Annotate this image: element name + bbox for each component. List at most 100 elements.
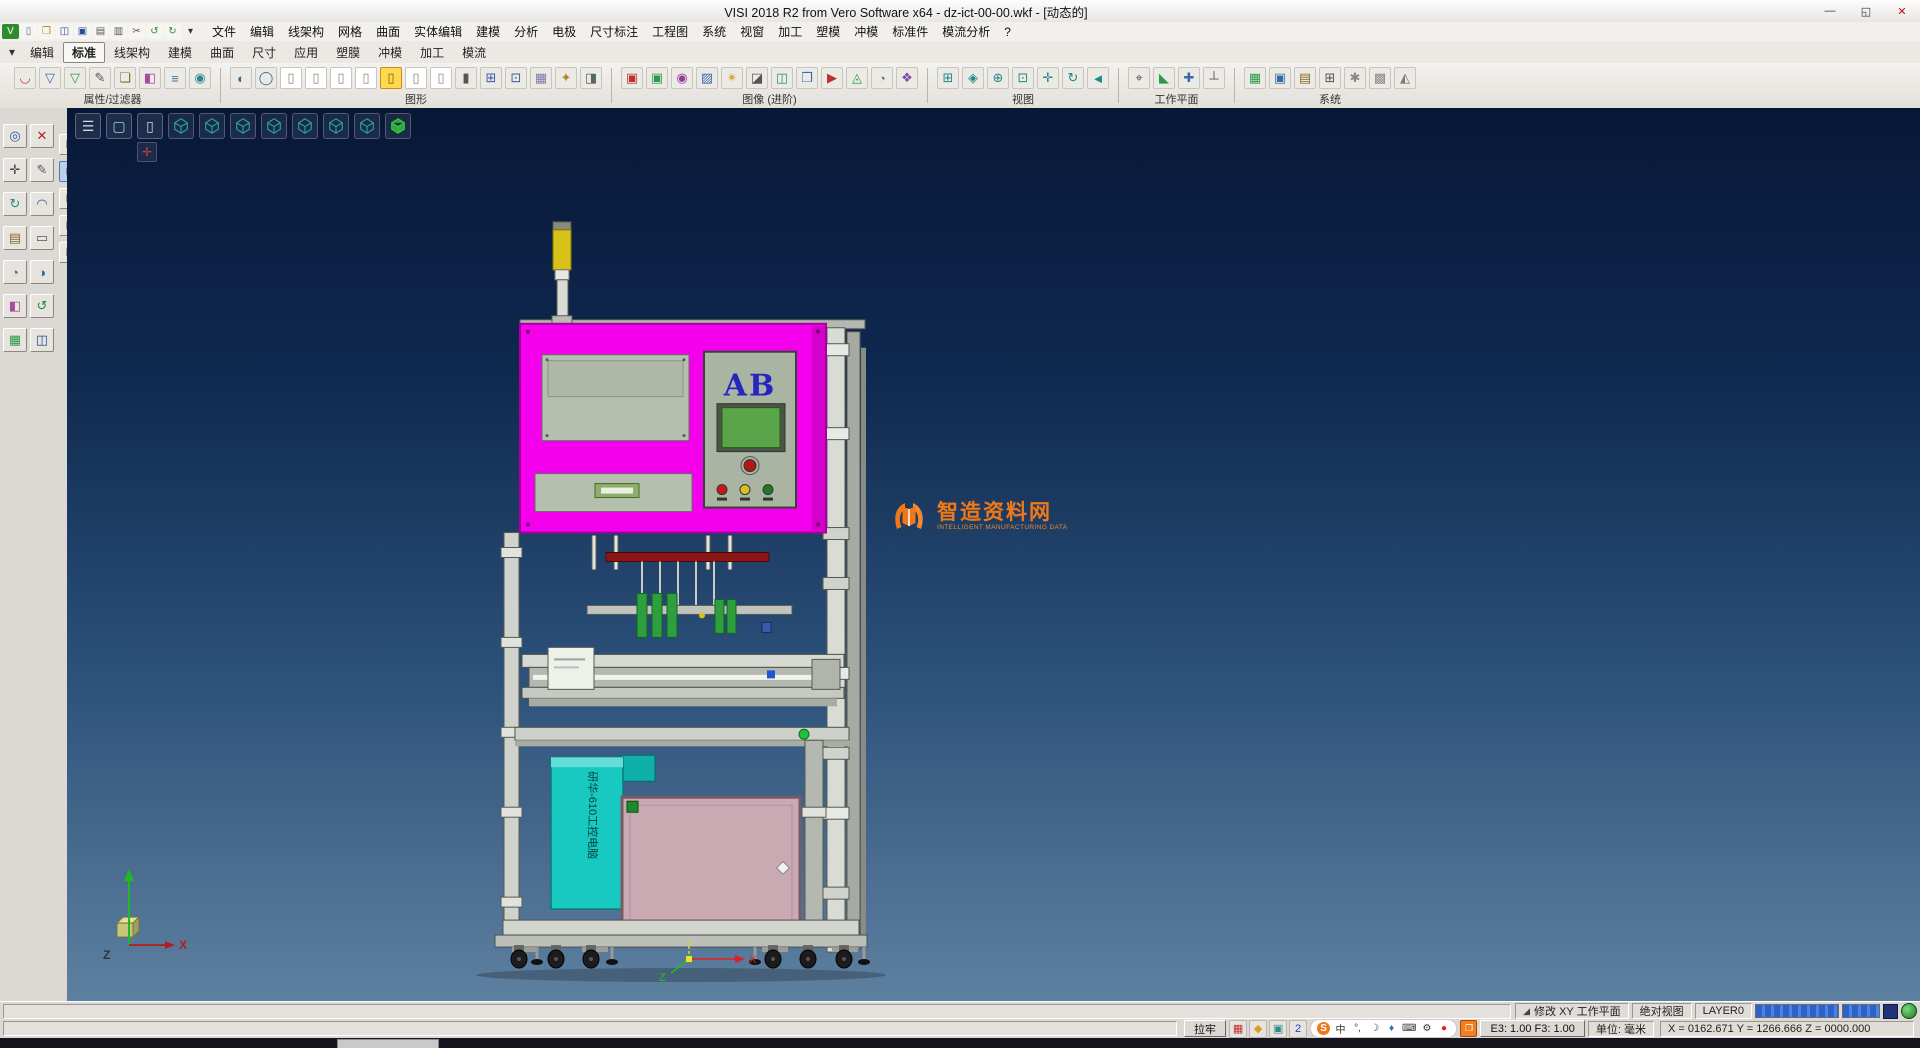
toolbar-tab[interactable]: 应用: [285, 42, 327, 63]
layer-move-icon[interactable]: ≡: [164, 67, 186, 89]
filter-edit-icon[interactable]: ▽: [64, 67, 86, 89]
sheet-view-button[interactable]: ▯: [137, 113, 163, 139]
previous-view-icon[interactable]: ◄: [1087, 67, 1109, 89]
gallery-icon[interactable]: ❖: [896, 67, 918, 89]
lighting-icon[interactable]: ✴: [721, 67, 743, 89]
view-mode-cell[interactable]: 绝对视图: [1632, 1003, 1692, 1019]
status-grid-icon[interactable]: ▦: [1229, 1020, 1247, 1038]
viewport-canvas[interactable]: 研华-610工控电脑: [67, 108, 1920, 1001]
redo-icon[interactable]: ↻: [164, 24, 181, 39]
menu-item[interactable]: 网格: [331, 23, 369, 40]
toolbar-tab[interactable]: 建模: [159, 42, 201, 63]
calculator-icon[interactable]: ✱: [1344, 67, 1366, 89]
ime-settings-icon[interactable]: ⚙: [1420, 1022, 1433, 1035]
spark-icon[interactable]: ✦: [555, 67, 577, 89]
network-status-icon[interactable]: [1901, 1003, 1917, 1019]
shade-toggle-icon[interactable]: ◑: [30, 260, 54, 284]
menu-item[interactable]: 分析: [507, 23, 545, 40]
ime-skin-moon-icon[interactable]: ☽: [1368, 1022, 1381, 1035]
wireframe-mode-icon[interactable]: ◯: [255, 67, 277, 89]
toolbar-tab[interactable]: 标准: [63, 42, 105, 63]
element-list-icon[interactable]: ▯: [405, 67, 427, 89]
shade-mode-icon[interactable]: ◐: [230, 67, 252, 89]
menu-item[interactable]: 工程图: [645, 23, 695, 40]
display-mode-button[interactable]: ▢: [106, 113, 132, 139]
ime-mic-icon[interactable]: ♦: [1385, 1022, 1398, 1035]
viewport-menu-button[interactable]: ☰: [75, 113, 101, 139]
block-edit-icon[interactable]: ⊡: [505, 67, 527, 89]
visibility-icon[interactable]: ◉: [189, 67, 211, 89]
selection-magnet-icon[interactable]: ◡: [14, 67, 36, 89]
ime-punctuation[interactable]: °,: [1351, 1022, 1364, 1035]
save-view-icon[interactable]: ◫: [30, 328, 54, 352]
status-count-badge[interactable]: 2: [1289, 1020, 1307, 1038]
select-tool-icon[interactable]: ✛: [3, 158, 27, 182]
toolbar-tab[interactable]: 加工: [411, 42, 453, 63]
menu-item[interactable]: 塑模: [809, 23, 847, 40]
ime-mode-chinese[interactable]: 中: [1334, 1022, 1347, 1035]
attribute-copy-icon[interactable]: ❏: [114, 67, 136, 89]
menu-item[interactable]: 系统: [695, 23, 733, 40]
view-cube-right-button[interactable]: [230, 113, 256, 139]
transparency-icon[interactable]: ◔: [871, 67, 893, 89]
toolbar-tab[interactable]: 塑膜: [327, 42, 369, 63]
compare-icon[interactable]: ◬: [846, 67, 868, 89]
render-green-icon[interactable]: ▣: [646, 67, 668, 89]
menu-item[interactable]: 加工: [771, 23, 809, 40]
tab-dropdown-icon[interactable]: ▾: [4, 45, 20, 59]
menu-item[interactable]: 模流分析: [935, 23, 997, 40]
restore-button[interactable]: ◱: [1848, 0, 1884, 22]
arc-tool-icon[interactable]: ◠: [30, 192, 54, 216]
texture-icon[interactable]: ▨: [696, 67, 718, 89]
snap-toggle-button[interactable]: 拉牢: [1184, 1020, 1226, 1037]
menu-item[interactable]: 编辑: [243, 23, 281, 40]
history-icon[interactable]: ◔: [3, 260, 27, 284]
snap-grid-icon[interactable]: ⊞: [1319, 67, 1341, 89]
print-icon[interactable]: ▤: [92, 24, 109, 39]
block-icon[interactable]: ⊞: [480, 67, 502, 89]
toolbar-tab[interactable]: 编辑: [21, 42, 63, 63]
new-file-icon[interactable]: ▯: [20, 24, 37, 39]
view-cube-front-button[interactable]: [199, 113, 225, 139]
zoom-tool-icon[interactable]: ◎: [3, 124, 27, 148]
minimize-button[interactable]: —: [1812, 0, 1848, 22]
element-list-icon[interactable]: ▯: [355, 67, 377, 89]
view-cube-back-button[interactable]: [292, 113, 318, 139]
quickbar-more-icon[interactable]: ▾: [182, 24, 199, 39]
view-cube-iso-button[interactable]: [354, 113, 380, 139]
workplane-hint-cell[interactable]: ◢ 修改 XY 工作平面: [1515, 1003, 1629, 1019]
element-list-icon[interactable]: ▯: [430, 67, 452, 89]
workplane-origin-icon[interactable]: ⌖: [1128, 67, 1150, 89]
menu-item[interactable]: 文件: [205, 23, 243, 40]
color-panel-icon[interactable]: ◧: [3, 294, 27, 318]
section-view-icon[interactable]: ◫: [771, 67, 793, 89]
menu-item[interactable]: 电极: [545, 23, 583, 40]
color-change-icon[interactable]: ◧: [139, 67, 161, 89]
element-list-icon[interactable]: ▯: [330, 67, 352, 89]
workplane-3pt-icon[interactable]: ✚: [1178, 67, 1200, 89]
capture-icon[interactable]: ❒: [796, 67, 818, 89]
cut-icon[interactable]: ✂: [128, 24, 145, 39]
workplane-normal-icon[interactable]: ┴: [1203, 67, 1225, 89]
element-list-icon[interactable]: ▯: [280, 67, 302, 89]
orbit-tool-icon[interactable]: ↻: [3, 192, 27, 216]
menu-item[interactable]: 冲模: [847, 23, 885, 40]
grid-display-icon[interactable]: ▦: [530, 67, 552, 89]
animation-icon[interactable]: ▶: [821, 67, 843, 89]
grid-panel-icon[interactable]: ▦: [3, 328, 27, 352]
zoom-fit-icon[interactable]: ⊕: [987, 67, 1009, 89]
menu-item[interactable]: 线架构: [281, 23, 331, 40]
layer-panel-icon[interactable]: ▤: [3, 226, 27, 250]
matrix-icon[interactable]: ▩: [1369, 67, 1391, 89]
pan-icon[interactable]: ✛: [1037, 67, 1059, 89]
status-snap-icon[interactable]: ◆: [1249, 1020, 1267, 1038]
stereo-view-icon[interactable]: ◉: [671, 67, 693, 89]
undo-icon[interactable]: ↺: [146, 24, 163, 39]
rectangle-tool-icon[interactable]: ▭: [30, 226, 54, 250]
toolbar-tab[interactable]: 曲面: [201, 42, 243, 63]
system-monitor-icon[interactable]: ▣: [1269, 67, 1291, 89]
menu-item[interactable]: 标准件: [885, 23, 935, 40]
element-list-icon[interactable]: ▯: [305, 67, 327, 89]
system-database-icon[interactable]: ▤: [1294, 67, 1316, 89]
view-cube-top-button[interactable]: [168, 113, 194, 139]
